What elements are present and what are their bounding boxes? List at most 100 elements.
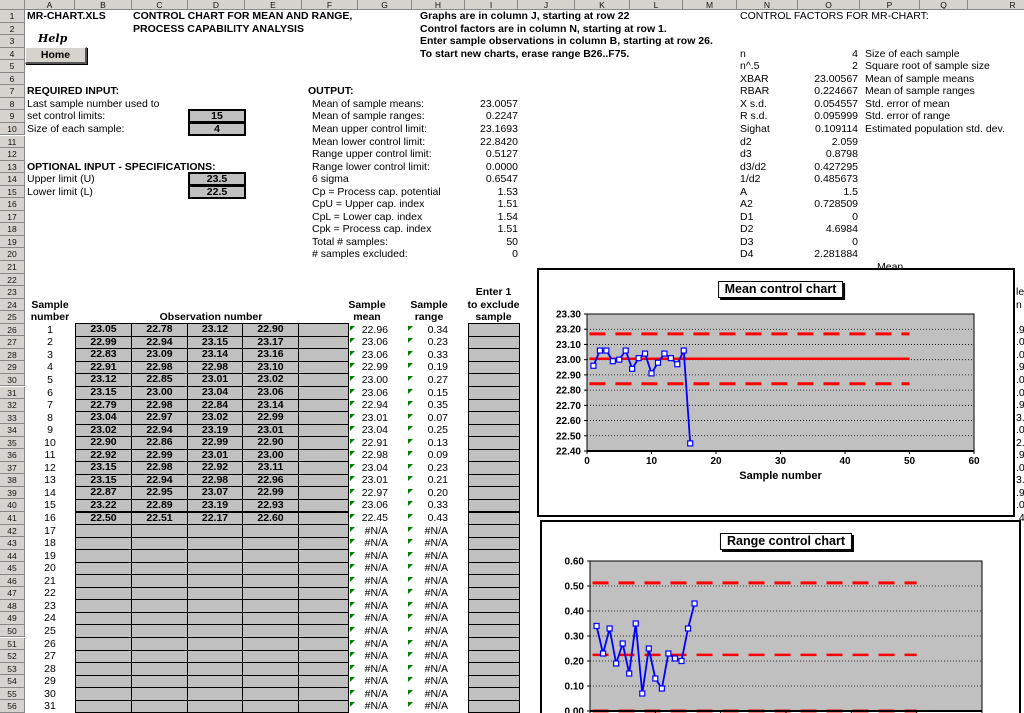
observation-cell[interactable]: 22.50 bbox=[75, 512, 132, 526]
row-header-49[interactable]: 49 bbox=[0, 612, 25, 625]
observation-cell[interactable] bbox=[131, 637, 188, 651]
exclude-sample-cell[interactable] bbox=[468, 461, 520, 475]
observation-cell[interactable] bbox=[131, 562, 188, 576]
exclude-sample-cell[interactable] bbox=[468, 549, 520, 563]
row-header-31[interactable]: 31 bbox=[0, 387, 25, 400]
row-header-6[interactable]: 6 bbox=[0, 73, 25, 86]
observation-cell[interactable] bbox=[131, 700, 188, 713]
observation-cell[interactable]: 22.85 bbox=[131, 373, 188, 387]
row-header-39[interactable]: 39 bbox=[0, 487, 25, 500]
observation-cell[interactable]: 22.94 bbox=[131, 424, 188, 438]
exclude-sample-cell[interactable] bbox=[468, 373, 520, 387]
observation-cell[interactable]: 23.04 bbox=[75, 411, 132, 425]
column-header-F[interactable]: F bbox=[302, 0, 358, 10]
observation-cell[interactable] bbox=[75, 549, 132, 563]
exclude-sample-cell[interactable] bbox=[468, 599, 520, 613]
observation-cell[interactable] bbox=[131, 599, 188, 613]
row-header-34[interactable]: 34 bbox=[0, 424, 25, 437]
observation-cell[interactable] bbox=[131, 624, 188, 638]
observation-cell[interactable] bbox=[131, 650, 188, 664]
observation-cell[interactable]: 22.79 bbox=[75, 399, 132, 413]
exclude-sample-cell[interactable] bbox=[468, 474, 520, 488]
row-header-56[interactable]: 56 bbox=[0, 700, 25, 713]
row-header-32[interactable]: 32 bbox=[0, 399, 25, 412]
observation-cell[interactable]: 22.60 bbox=[242, 512, 299, 526]
column-header-H[interactable]: H bbox=[412, 0, 465, 10]
observation-cell[interactable]: 22.87 bbox=[75, 486, 132, 500]
observation-cell[interactable]: 23.22 bbox=[75, 499, 132, 513]
observation-cell[interactable]: 22.17 bbox=[187, 512, 243, 526]
range-control-chart[interactable]: Range control chart0.000.100.200.300.400… bbox=[540, 520, 1021, 713]
row-header-50[interactable]: 50 bbox=[0, 625, 25, 638]
sample-size-input[interactable]: 4 bbox=[188, 122, 246, 136]
exclude-sample-cell[interactable] bbox=[468, 637, 520, 651]
exclude-sample-cell[interactable] bbox=[468, 524, 520, 538]
exclude-sample-cell[interactable] bbox=[468, 399, 520, 413]
lower-limit-input[interactable]: 22.5 bbox=[188, 185, 246, 199]
row-header-3[interactable]: 3 bbox=[0, 35, 25, 48]
row-header-10[interactable]: 10 bbox=[0, 123, 25, 136]
observation-cell[interactable] bbox=[187, 700, 243, 713]
observation-cell[interactable]: 22.92 bbox=[187, 461, 243, 475]
exclude-sample-cell[interactable] bbox=[468, 336, 520, 350]
observation-cell[interactable]: 23.12 bbox=[187, 323, 243, 337]
row-header-48[interactable]: 48 bbox=[0, 600, 25, 613]
observation-cell[interactable] bbox=[187, 537, 243, 551]
observation-cell[interactable]: 22.99 bbox=[187, 436, 243, 450]
observation-cell[interactable] bbox=[242, 524, 299, 538]
observation-cell[interactable] bbox=[242, 700, 299, 713]
row-header-29[interactable]: 29 bbox=[0, 361, 25, 374]
observation-cell[interactable]: 23.14 bbox=[242, 399, 299, 413]
observation-cell[interactable]: 22.51 bbox=[131, 512, 188, 526]
exclude-sample-cell[interactable] bbox=[468, 537, 520, 551]
observation-cell[interactable] bbox=[242, 687, 299, 701]
observation-cell[interactable]: 23.14 bbox=[187, 348, 243, 362]
observation-cell[interactable]: 23.19 bbox=[187, 424, 243, 438]
observation-cell[interactable] bbox=[242, 562, 299, 576]
row-header-37[interactable]: 37 bbox=[0, 462, 25, 475]
observation-cell[interactable] bbox=[187, 574, 243, 588]
observation-cell[interactable]: 23.02 bbox=[187, 411, 243, 425]
column-header-G[interactable]: G bbox=[358, 0, 412, 10]
observation-cell[interactable]: 22.98 bbox=[131, 461, 188, 475]
row-header-54[interactable]: 54 bbox=[0, 675, 25, 688]
select-all-corner[interactable] bbox=[0, 0, 25, 10]
mean-control-chart[interactable]: Mean control chart22.4022.5022.6022.7022… bbox=[537, 268, 1015, 517]
row-header-8[interactable]: 8 bbox=[0, 98, 25, 111]
observation-cell[interactable]: 22.86 bbox=[131, 436, 188, 450]
observation-cell[interactable] bbox=[187, 524, 243, 538]
observation-cell[interactable] bbox=[75, 574, 132, 588]
observation-cell[interactable] bbox=[242, 662, 299, 676]
row-header-7[interactable]: 7 bbox=[0, 85, 25, 98]
observation-cell[interactable] bbox=[187, 662, 243, 676]
observation-cell[interactable]: 22.91 bbox=[75, 361, 132, 375]
row-header-19[interactable]: 19 bbox=[0, 236, 25, 249]
observation-cell[interactable] bbox=[131, 612, 188, 626]
observation-cell[interactable]: 23.06 bbox=[242, 386, 299, 400]
observation-cell[interactable]: 23.15 bbox=[75, 386, 132, 400]
observation-cell[interactable]: 22.89 bbox=[131, 499, 188, 513]
observation-cell[interactable] bbox=[75, 524, 132, 538]
observation-cell[interactable] bbox=[131, 687, 188, 701]
observation-cell[interactable] bbox=[75, 700, 132, 713]
observation-cell[interactable]: 23.15 bbox=[75, 474, 132, 488]
observation-cell[interactable]: 23.00 bbox=[242, 449, 299, 463]
observation-cell[interactable]: 22.90 bbox=[242, 323, 299, 337]
observation-cell[interactable] bbox=[75, 650, 132, 664]
exclude-sample-cell[interactable] bbox=[468, 662, 520, 676]
column-header-Q[interactable]: Q bbox=[920, 0, 968, 10]
row-header-33[interactable]: 33 bbox=[0, 412, 25, 425]
observation-cell[interactable] bbox=[187, 562, 243, 576]
exclude-sample-cell[interactable] bbox=[468, 486, 520, 500]
observation-cell[interactable]: 22.84 bbox=[187, 399, 243, 413]
column-header-P[interactable]: P bbox=[860, 0, 920, 10]
row-header-43[interactable]: 43 bbox=[0, 537, 25, 550]
observation-cell[interactable] bbox=[242, 624, 299, 638]
row-header-15[interactable]: 15 bbox=[0, 186, 25, 199]
row-header-11[interactable]: 11 bbox=[0, 136, 25, 149]
exclude-sample-cell[interactable] bbox=[468, 386, 520, 400]
exclude-sample-cell[interactable] bbox=[468, 512, 520, 526]
row-header-42[interactable]: 42 bbox=[0, 525, 25, 538]
observation-cell[interactable] bbox=[242, 549, 299, 563]
exclude-sample-cell[interactable] bbox=[468, 700, 520, 713]
